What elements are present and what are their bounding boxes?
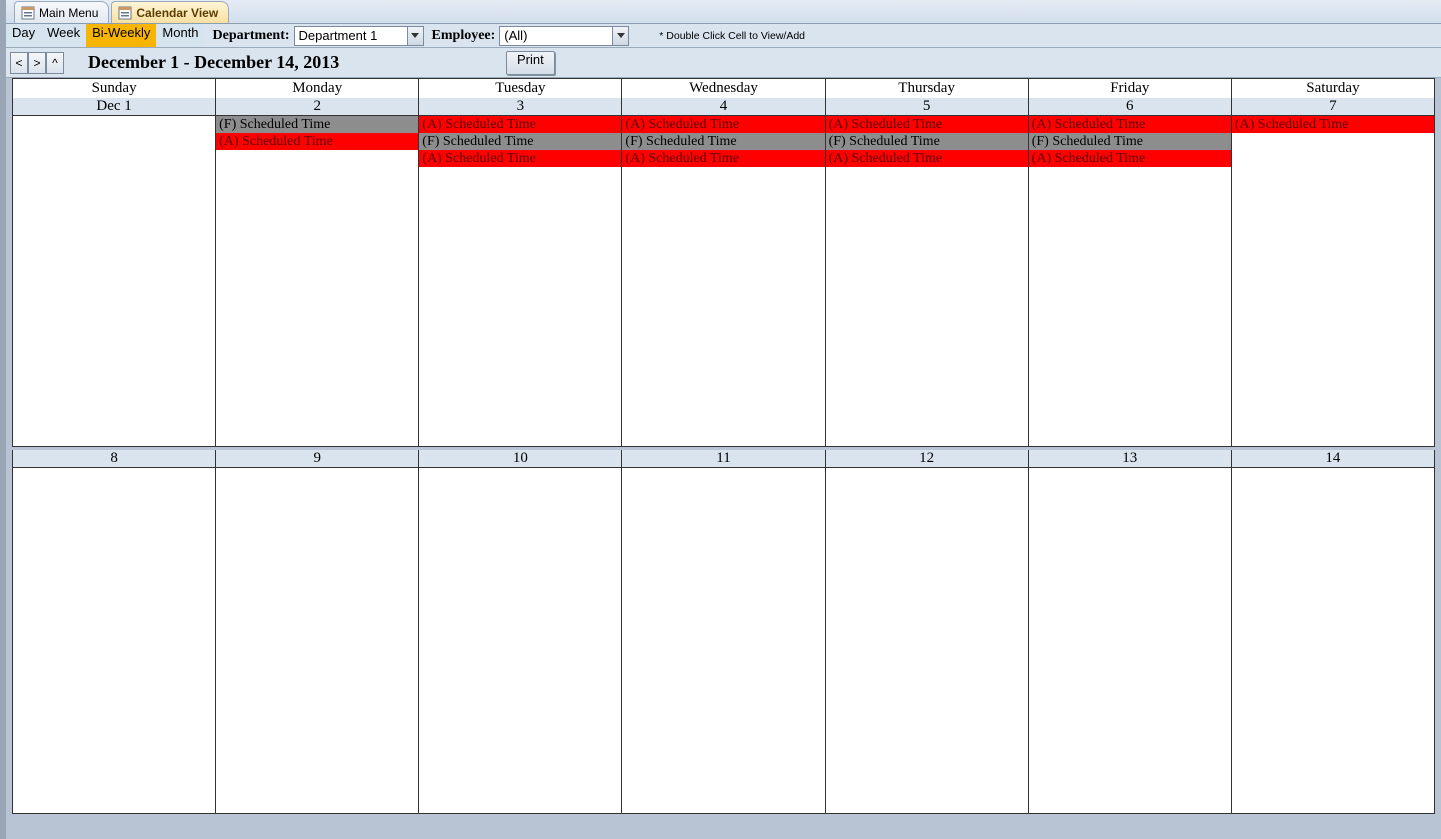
- date-cell: 9: [216, 450, 419, 468]
- event-entry[interactable]: (A) Scheduled Time: [216, 133, 418, 150]
- day-cell[interactable]: (F) Scheduled Time(A) Scheduled Time: [216, 116, 419, 446]
- day-header: Wednesday: [622, 79, 825, 98]
- date-cell: 8: [13, 450, 216, 468]
- department-label: Department:: [205, 28, 294, 44]
- event-entry[interactable]: (A) Scheduled Time: [826, 150, 1028, 167]
- document-tabstrip: Main Menu Calendar View: [6, 0, 1441, 24]
- date-cell: 10: [419, 450, 622, 468]
- date-cell: 4: [622, 98, 825, 116]
- day-header: Friday: [1029, 79, 1232, 98]
- event-entry[interactable]: (A) Scheduled Time: [826, 116, 1028, 133]
- day-header: Monday: [216, 79, 419, 98]
- tab-main-menu[interactable]: Main Menu: [14, 1, 109, 23]
- event-entry[interactable]: (A) Scheduled Time: [419, 150, 621, 167]
- date-cell: 12: [826, 450, 1029, 468]
- view-month-button[interactable]: Month: [156, 24, 204, 47]
- event-entry[interactable]: (F) Scheduled Time: [622, 133, 824, 150]
- view-day-button[interactable]: Day: [6, 24, 41, 47]
- event-entry[interactable]: (A) Scheduled Time: [419, 116, 621, 133]
- day-cell[interactable]: (A) Scheduled Time(F) Scheduled Time(A) …: [1029, 116, 1232, 446]
- day-header: Sunday: [13, 79, 216, 98]
- day-cell[interactable]: [622, 468, 825, 813]
- day-cell[interactable]: [13, 116, 216, 446]
- date-cell: 7: [1232, 98, 1434, 116]
- event-entry[interactable]: (A) Scheduled Time: [1232, 116, 1434, 133]
- form-icon: [118, 6, 132, 20]
- week-2: 8 9 10 11 12 13 14: [12, 450, 1435, 814]
- event-entry[interactable]: (A) Scheduled Time: [622, 150, 824, 167]
- event-entry[interactable]: (F) Scheduled Time: [419, 133, 621, 150]
- date-cell: 2: [216, 98, 419, 116]
- date-range: December 1 - December 14, 2013: [88, 52, 339, 73]
- date-row: Dec 1 2 3 4 5 6 7: [13, 98, 1434, 116]
- day-cell[interactable]: [1232, 468, 1434, 813]
- day-cell[interactable]: (A) Scheduled Time: [1232, 116, 1434, 446]
- date-cell: Dec 1: [13, 98, 216, 116]
- event-entry[interactable]: (F) Scheduled Time: [1029, 133, 1231, 150]
- dropdown-arrow-icon: [407, 27, 423, 45]
- week-1: Dec 1 2 3 4 5 6 7 (F) Scheduled Time(A) …: [12, 98, 1435, 447]
- event-entry[interactable]: (F) Scheduled Time: [826, 133, 1028, 150]
- print-button[interactable]: Print: [506, 51, 555, 75]
- view-week-button[interactable]: Week: [41, 24, 86, 47]
- date-cell: 13: [1029, 450, 1232, 468]
- department-dropdown[interactable]: Department 1: [294, 26, 424, 46]
- day-cell[interactable]: [13, 468, 216, 813]
- up-button[interactable]: ^: [46, 52, 64, 74]
- day-header: Tuesday: [419, 79, 622, 98]
- calendar: Sunday Monday Tuesday Wednesday Thursday…: [6, 78, 1441, 814]
- day-header: Saturday: [1232, 79, 1434, 98]
- day-cell[interactable]: (A) Scheduled Time(F) Scheduled Time(A) …: [419, 116, 622, 446]
- hint-text: * Double Click Cell to View/Add: [659, 30, 805, 42]
- date-cell: 11: [622, 450, 825, 468]
- nav-row: < > ^ December 1 - December 14, 2013 Pri…: [6, 48, 1441, 78]
- prev-button[interactable]: <: [10, 52, 28, 74]
- date-row: 8 9 10 11 12 13 14: [13, 450, 1434, 468]
- next-button[interactable]: >: [28, 52, 46, 74]
- tab-calendar-view[interactable]: Calendar View: [111, 1, 229, 23]
- employee-dropdown[interactable]: (All): [499, 26, 629, 46]
- date-cell: 14: [1232, 450, 1434, 468]
- day-header-row: Sunday Monday Tuesday Wednesday Thursday…: [12, 78, 1435, 98]
- employee-value: (All): [504, 28, 527, 43]
- date-cell: 6: [1029, 98, 1232, 116]
- department-value: Department 1: [299, 28, 378, 43]
- view-biweekly-button[interactable]: Bi-Weekly: [86, 24, 156, 47]
- day-cell[interactable]: [1029, 468, 1232, 813]
- event-entry[interactable]: (F) Scheduled Time: [216, 116, 418, 133]
- tab-label: Main Menu: [39, 6, 98, 20]
- day-header: Thursday: [826, 79, 1029, 98]
- form-icon: [21, 6, 35, 20]
- tab-label: Calendar View: [136, 6, 218, 20]
- day-cell[interactable]: (A) Scheduled Time(F) Scheduled Time(A) …: [826, 116, 1029, 446]
- event-entry[interactable]: (A) Scheduled Time: [1029, 116, 1231, 133]
- date-cell: 5: [826, 98, 1029, 116]
- day-cell[interactable]: (A) Scheduled Time(F) Scheduled Time(A) …: [622, 116, 825, 446]
- view-toolbar: Day Week Bi-Weekly Month Department: Dep…: [6, 24, 1441, 48]
- day-cell[interactable]: [216, 468, 419, 813]
- week-body: (F) Scheduled Time(A) Scheduled Time(A) …: [13, 116, 1434, 446]
- date-cell: 3: [419, 98, 622, 116]
- week-body: [13, 468, 1434, 813]
- day-cell[interactable]: [826, 468, 1029, 813]
- dropdown-arrow-icon: [612, 27, 628, 45]
- event-entry[interactable]: (A) Scheduled Time: [622, 116, 824, 133]
- event-entry[interactable]: (A) Scheduled Time: [1029, 150, 1231, 167]
- employee-label: Employee:: [424, 28, 500, 44]
- day-cell[interactable]: [419, 468, 622, 813]
